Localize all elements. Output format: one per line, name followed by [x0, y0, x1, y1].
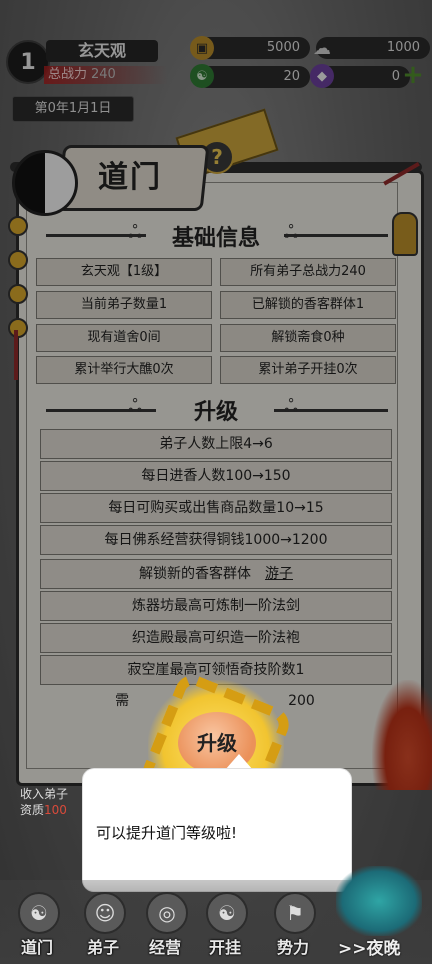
disciple-info: 收入弟子 资质100: [20, 786, 90, 818]
coin-icon: ◎: [146, 892, 188, 934]
nav-label: 开挂: [208, 938, 241, 957]
nav-label: 道门: [20, 938, 53, 957]
aptitude-label: 资质: [20, 803, 45, 817]
disciple-info-line: 收入弟子: [20, 787, 69, 801]
nav-label: 势力: [276, 938, 309, 957]
nav-item-sect[interactable]: ☯ 道门: [8, 886, 66, 958]
nav-label: 弟子: [86, 938, 119, 957]
tooltip-text: 可以提升道门等级啦!: [96, 824, 238, 842]
nav-item-business[interactable]: ◎ 经营: [136, 886, 194, 958]
disciple-icon: ☺: [84, 892, 126, 934]
faction-icon: ⚑: [274, 892, 316, 934]
night-button[interactable]: >>夜晚: [338, 934, 432, 959]
nav-item-disciples[interactable]: ☺ 弟子: [74, 886, 132, 958]
night-beast-icon: [336, 866, 422, 936]
aptitude-value: 100: [44, 803, 67, 817]
nav-item-cheat[interactable]: ☯ 开挂: [196, 886, 254, 958]
nav-label: 经营: [148, 938, 181, 957]
yin-yang-icon: ☯: [18, 892, 60, 934]
taiji-icon: ☯: [206, 892, 248, 934]
nav-item-factions[interactable]: ⚑ 势力: [264, 886, 322, 958]
